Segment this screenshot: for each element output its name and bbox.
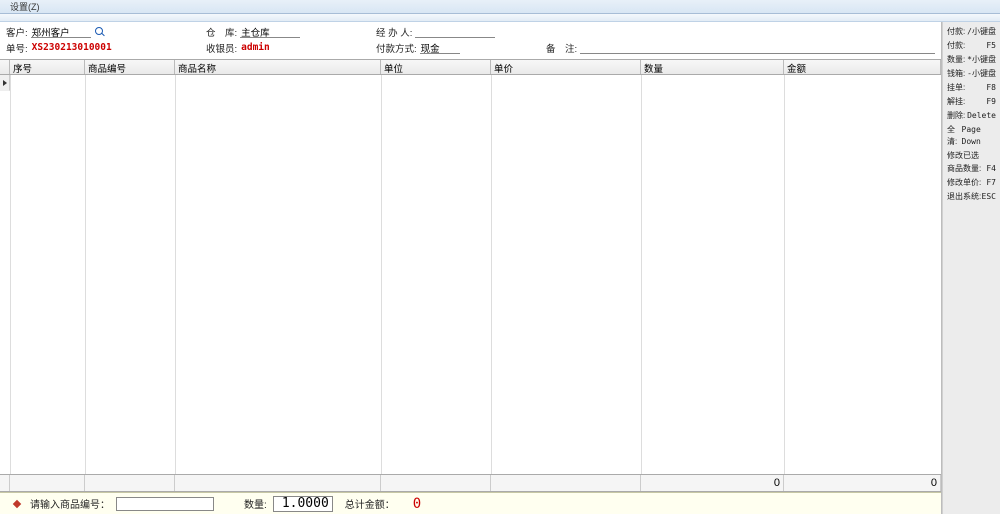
warehouse-input[interactable]: [240, 26, 300, 38]
grid-header-unit[interactable]: 单位: [381, 60, 491, 74]
grid-header-name[interactable]: 商品名称: [175, 60, 381, 74]
total-amount: 0: [413, 496, 421, 512]
sc-pay-key: /小键盘: [967, 26, 996, 38]
grid-header: 序号 商品编号 商品名称 单位 单价 数量 金额: [0, 59, 941, 75]
grid-body[interactable]: [0, 75, 941, 474]
sc-cash-key: -小键盘: [967, 68, 996, 80]
shortcut-sidebar: 付款:/小键盘 付款: F5 数量:*小键盘 钱箱:-小键盘 挂单: F8 解挂: F…: [942, 22, 1000, 514]
sc-pay2-label: 付款:: [947, 40, 965, 52]
sc-mprice-key: F7: [986, 177, 996, 189]
customer-input[interactable]: [31, 26, 91, 38]
sc-qty-key: *小键盘: [967, 54, 996, 66]
grid-header-seq[interactable]: 序号: [10, 60, 85, 74]
search-icon[interactable]: [94, 26, 106, 38]
sc-group-label: 修改已选: [945, 149, 998, 162]
sc-pay2-key: F5: [986, 40, 996, 52]
sc-hold-key: F8: [986, 82, 996, 94]
grid-header-amt[interactable]: 金额: [784, 60, 941, 74]
qty-label: 数量:: [244, 496, 267, 511]
sc-mqty-label: 商品数量:: [947, 163, 981, 175]
sc-hold-label: 挂单:: [947, 82, 965, 94]
sc-clr-key: Page Down: [962, 124, 997, 148]
sc-mprice-label: 修改单价:: [947, 177, 981, 189]
sc-exit-label: 退出系统:: [947, 191, 981, 203]
sc-exit-key: ESC: [982, 191, 996, 203]
grid-header-price[interactable]: 单价: [491, 60, 641, 74]
sc-clr-label: 全清:: [947, 124, 962, 148]
sc-mqty-key: F4: [986, 163, 996, 175]
warehouse-label: 仓 库:: [206, 25, 237, 39]
grid-row-indicator: [0, 75, 10, 91]
menubar: 设置(Z): [0, 0, 1000, 14]
qty-input[interactable]: [273, 496, 333, 512]
sc-del-label: 删除:: [947, 110, 965, 122]
cashier-value: admin: [240, 42, 300, 54]
customer-label: 客户:: [6, 25, 28, 39]
header-form: 客户: 仓 库: 经 办 人: 单号: XS230213010001 收银员: …: [0, 22, 941, 55]
handler-label: 经 办 人:: [376, 25, 412, 39]
grid-header-qty[interactable]: 数量: [641, 60, 784, 74]
total-label: 总计金额：: [345, 496, 395, 511]
sc-del-key: Delete: [967, 110, 996, 122]
paytype-label: 付款方式:: [376, 41, 417, 55]
product-code-input[interactable]: [116, 497, 214, 511]
data-grid: 序号 商品编号 商品名称 单位 单价 数量 金额: [0, 59, 941, 492]
cashier-label: 收银员:: [206, 41, 237, 55]
sc-qty-label: 数量:: [947, 54, 965, 66]
order-no: XS230213010001: [31, 42, 131, 54]
handler-input[interactable]: [415, 26, 495, 38]
menu-settings[interactable]: 设置(Z): [4, 0, 46, 13]
diamond-icon: [13, 499, 21, 507]
grid-header-indicator: [0, 60, 10, 74]
prompt-label: 请输入商品编号：: [30, 496, 110, 511]
grid-footer-qty: 0: [641, 475, 784, 491]
grid-footer: 0 0: [0, 474, 941, 492]
order-label: 单号:: [6, 41, 28, 55]
bottom-bar: 请输入商品编号： 数量: 总计金额： 0: [0, 492, 941, 514]
remark-label: 备 注:: [546, 41, 577, 55]
paytype-input[interactable]: [420, 42, 460, 54]
remark-input[interactable]: [580, 42, 935, 54]
sc-cash-label: 钱箱:: [947, 68, 965, 80]
sc-pay-label: 付款:: [947, 26, 965, 38]
sc-unhold-key: F9: [986, 96, 996, 108]
toolbar-strip: [0, 14, 1000, 22]
grid-footer-amount: 0: [784, 475, 941, 491]
grid-header-code[interactable]: 商品编号: [85, 60, 175, 74]
sc-unhold-label: 解挂:: [947, 96, 965, 108]
